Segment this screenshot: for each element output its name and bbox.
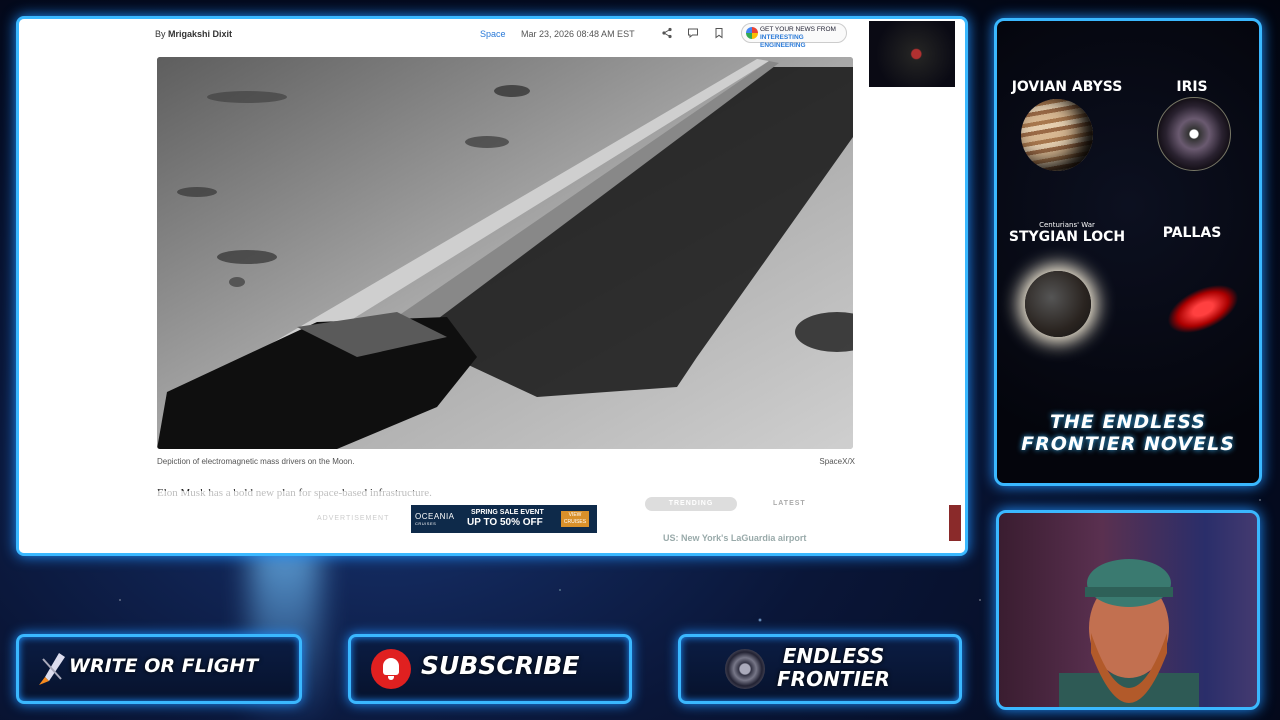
google-news-line2: INTERESTING ENGINEERING [760, 34, 806, 49]
tab-latest[interactable]: LATEST [773, 497, 806, 511]
rocket-icon [39, 653, 65, 685]
comment-icon[interactable] [687, 27, 699, 39]
planet-logo-icon [725, 649, 765, 689]
google-news-button[interactable]: GET YOUR NEWS FROM INTERESTING ENGINEERI… [741, 23, 847, 49]
endless-frontier-button[interactable]: ENDLESS FRONTIER [678, 634, 962, 704]
browser-frame: By Mrigakshi Dixit Space Mar 23, 2026 08… [16, 16, 968, 556]
bookmark-icon[interactable] [713, 27, 725, 39]
endless-frontier-label: ENDLESS FRONTIER [777, 645, 890, 691]
video-thumbnail[interactable] [869, 21, 955, 87]
ad-brand-name: OCEANIA [415, 512, 455, 521]
ad-brand: OCEANIA CRUISES [415, 512, 455, 526]
google-news-line1: GET YOUR NEWS FROM [760, 26, 836, 33]
byline: By Mrigakshi Dixit [155, 29, 232, 39]
ad-label: ADVERTISEMENT [317, 515, 390, 522]
promo-title: THE ENDLESS FRONTIER NOVELS [997, 411, 1259, 455]
book-title-stygian-loch-text: STYGIAN LOCH [1008, 229, 1126, 245]
ad-banner[interactable]: OCEANIA CRUISES SPRING SALE EVENT UP TO 5… [411, 505, 597, 533]
share-icon[interactable] [661, 27, 673, 39]
image-caption: Depiction of electromagnetic mass driver… [157, 457, 355, 466]
jupiter-icon [1021, 99, 1093, 171]
ad-brand-sub: CRUISES [415, 521, 437, 526]
side-ad-edge [949, 505, 961, 541]
write-or-flight-label: WRITE OR FLIGHT [69, 655, 259, 677]
google-icon [746, 27, 758, 39]
article-meta-bar: By Mrigakshi Dixit Space Mar 23, 2026 08… [19, 19, 965, 49]
red-ship-icon [1160, 274, 1246, 344]
book-subtitle-centurians-war: Centurians' War [1039, 221, 1095, 229]
ad-line1: SPRING SALE EVENT [471, 509, 544, 516]
subscribe-label: SUBSCRIBE [421, 651, 580, 680]
category-link[interactable]: Space [480, 29, 506, 39]
tab-trending[interactable]: TRENDING [645, 497, 737, 511]
bell-icon [371, 649, 411, 689]
write-or-flight-button[interactable]: WRITE OR FLIGHT [16, 634, 302, 704]
article-page: By Mrigakshi Dixit Space Mar 23, 2026 08… [19, 19, 965, 553]
endless-frontier-line1: ENDLESS [782, 644, 885, 668]
article-hero-image [157, 57, 853, 449]
book-title-jovian-abyss: JOVIAN ABYSS [1011, 79, 1123, 95]
book-title-pallas: PALLAS [1162, 225, 1222, 241]
book-title-iris: IRIS [1176, 79, 1208, 95]
sidebar-tabs: TRENDING LATEST [645, 495, 855, 513]
streamer-figure [1059, 559, 1199, 707]
webcam-feed [996, 510, 1260, 710]
author-link[interactable]: Mrigakshi Dixit [168, 29, 232, 39]
iris-station-icon [1157, 97, 1231, 171]
trending-headline[interactable]: US: New York's LaGuardia airport [663, 533, 806, 543]
ad-line2: UP TO 50% OFF [467, 517, 543, 528]
byline-prefix: By [155, 29, 166, 39]
subscribe-button[interactable]: SUBSCRIBE [348, 634, 632, 704]
image-credit: SpaceX/X [819, 457, 855, 466]
novels-promo-panel: JOVIAN ABYSS IRIS Centurians' War STYGIAN… [994, 18, 1262, 486]
publish-date: Mar 23, 2026 08:48 AM EST [521, 29, 635, 39]
promo-title-line2: FRONTIER NOVELS [1021, 433, 1235, 455]
endless-frontier-line2: FRONTIER [777, 667, 890, 691]
promo-title-line1: THE ENDLESS [1050, 411, 1206, 433]
ad-cta-button[interactable]: VIEW CRUISES [561, 511, 589, 527]
book-title-stygian-loch: Centurians' War STYGIAN LOCH [1007, 221, 1127, 245]
eclipse-planet-icon [1025, 271, 1091, 337]
